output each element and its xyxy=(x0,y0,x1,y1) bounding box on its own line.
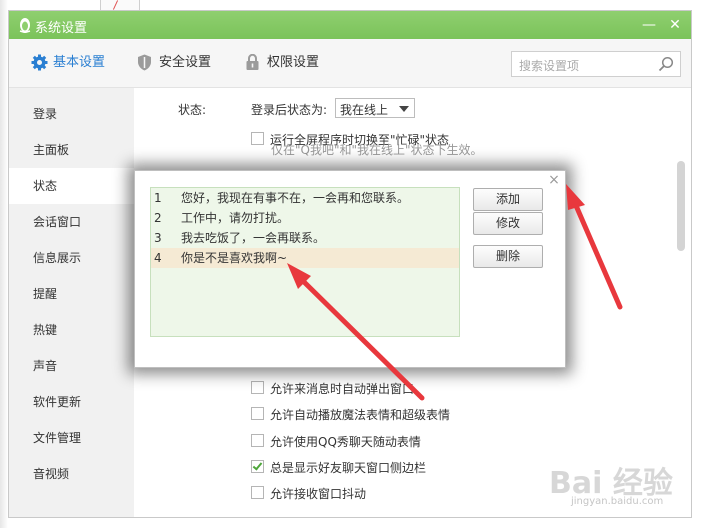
arrow-to-close-icon xyxy=(566,184,623,310)
baidu-watermark: Bai 经验 jingyan.baidu.com xyxy=(549,458,689,514)
watermark-url: jingyan.baidu.com xyxy=(571,496,664,507)
arrow-to-selected-reply xyxy=(287,263,425,401)
annotation-arrows xyxy=(287,184,623,401)
